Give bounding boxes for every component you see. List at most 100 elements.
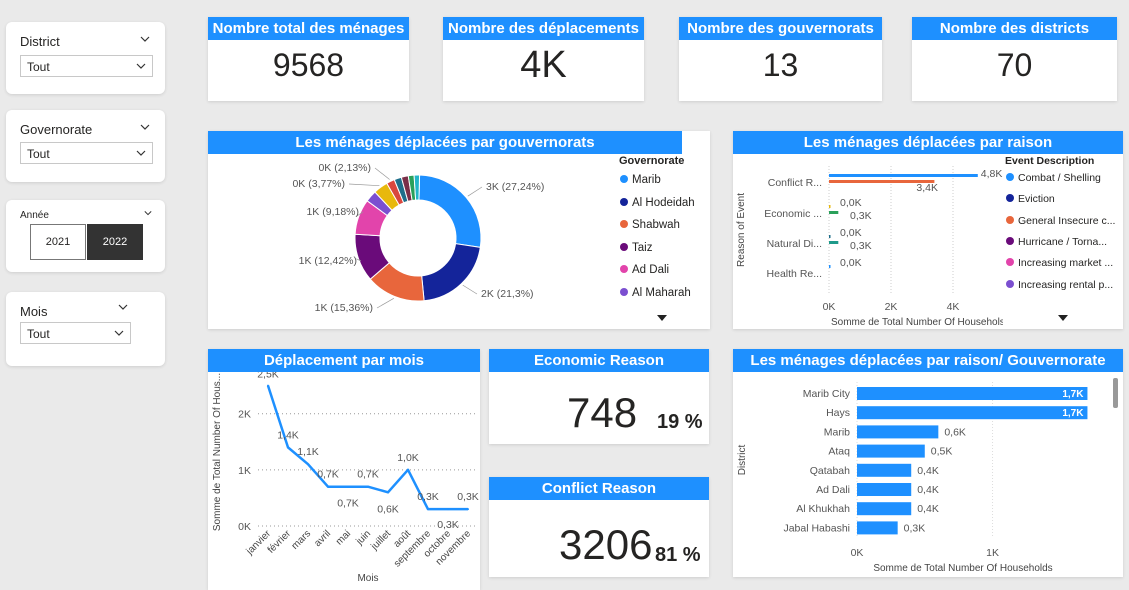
y-tick-label: 2K: [238, 409, 251, 421]
x-tick-label: avril: [312, 528, 333, 549]
data-point: [467, 508, 469, 511]
donut-slice: [413, 174, 421, 201]
economic-reason-percent: 19 %: [657, 411, 703, 433]
bar-data-label: 0,0K: [840, 257, 862, 269]
category-label: Ad Dali: [816, 484, 850, 496]
conflict-reason-card: Conflict Reason 3206 81 %: [489, 477, 709, 577]
district-dropdown[interactable]: Tout: [20, 55, 153, 77]
mois-dropdown[interactable]: Tout: [20, 322, 131, 344]
category-label: Economic ...: [764, 208, 822, 220]
data-point: [367, 485, 369, 488]
bar: [829, 235, 831, 238]
legend-label: Combat / Shelling: [1018, 172, 1101, 184]
kpi-value: 70: [996, 47, 1033, 83]
point-data-label: 2,5K: [257, 372, 279, 381]
slice-leader-line: [374, 167, 390, 180]
legend-dot-icon: [1006, 173, 1014, 181]
data-point: [427, 508, 429, 511]
bar-data-label: 3,4K: [916, 182, 938, 194]
category-label: Hays: [826, 407, 850, 419]
legend-item[interactable]: Increasing rental p...: [1006, 279, 1113, 291]
slice-leader-line: [376, 298, 395, 309]
kpi-card-districts: Nombre des districts 70: [912, 17, 1117, 101]
data-point: [327, 485, 329, 488]
bar-data-label: 1,7K: [1062, 389, 1084, 400]
data-point: [387, 491, 389, 494]
y-axis-title: Reason of Event: [736, 193, 747, 267]
monthly-line-chart[interactable]: 0K 1K 2K Somme de Total Number Of Hous... Mo…: [208, 372, 480, 590]
bar-data-label: 0,3K: [850, 210, 872, 222]
legend-item[interactable]: Ad Dali: [620, 264, 669, 276]
legend-item[interactable]: Taiz: [620, 242, 652, 254]
legend-item[interactable]: Hurricane / Torna...: [1006, 236, 1107, 248]
year-button-2021[interactable]: 2021: [30, 224, 86, 260]
x-tick-label: 0K: [851, 547, 864, 559]
legend-item[interactable]: Combat / Shelling: [1006, 172, 1101, 184]
district-slicer-title: District: [20, 34, 60, 49]
data-point: [307, 463, 309, 466]
legend-item[interactable]: Eviction: [1006, 193, 1055, 205]
legend-dot-icon: [620, 175, 628, 183]
chevron-down-icon[interactable]: [140, 34, 150, 44]
bar: [829, 241, 839, 244]
slice-label: 1K (15,36%): [315, 302, 373, 314]
legend-item[interactable]: Al Maharah: [620, 287, 691, 299]
point-data-label: 1,0K: [397, 452, 419, 464]
legend-item[interactable]: Marib: [620, 174, 661, 186]
governorate-slicer-title: Governorate: [20, 122, 93, 137]
category-label: Jabal Habashi: [783, 522, 850, 534]
x-tick-label: 4K: [947, 301, 960, 313]
chart-title: Les ménages déplacées par raison/ Gouver…: [733, 349, 1123, 372]
bar: [857, 425, 939, 439]
chevron-down-icon: [136, 63, 146, 69]
x-tick-label: 0K: [823, 301, 836, 313]
legend-dot-icon: [620, 197, 628, 206]
category-label: Natural Di...: [767, 238, 822, 250]
district-bar-chart[interactable]: 0K 1K Somme de Total Number Of Households D…: [733, 372, 1123, 577]
chevron-down-icon[interactable]: [144, 209, 152, 217]
bar-data-label: 1,7K: [1062, 408, 1084, 419]
legend-dot-icon: [620, 242, 628, 251]
point-data-label: 0,3K: [437, 519, 459, 531]
bar: [857, 463, 912, 477]
scrollbar[interactable]: [1113, 378, 1118, 408]
donut-chart[interactable]: 3K (27,24%) 2K (21,3%) 1K (15,36%) 1K (12,4…: [208, 154, 608, 329]
chart-title: Les ménages déplacées par gouvernorats: [208, 131, 682, 154]
legend-item[interactable]: Increasing market ...: [1006, 257, 1113, 269]
reason-bar-chart[interactable]: 0K 2K 4K Somme de Total Number Of Househols…: [733, 154, 1003, 329]
legend-scroll-down-icon[interactable]: [1058, 315, 1068, 321]
economic-reason-value: 748: [567, 389, 638, 436]
legend-dot-icon: [620, 220, 628, 228]
governorate-dropdown[interactable]: Tout: [20, 142, 153, 164]
kpi-card-gouvernorats: Nombre des gouvernorats 13: [679, 17, 882, 101]
legend-dot-icon: [620, 265, 628, 273]
point-data-label: 1,1K: [297, 446, 319, 458]
point-data-label: 0,7K: [357, 469, 379, 481]
legend-label: Al Hodeidah: [632, 196, 695, 209]
conflict-reason-percent: 81 %: [655, 544, 701, 566]
chevron-down-icon[interactable]: [118, 302, 128, 312]
y-tick-label: 0K: [238, 521, 251, 533]
point-data-label: 0,6K: [377, 503, 399, 515]
data-point: [447, 508, 449, 511]
slice-label: 1K (9,18%): [306, 206, 359, 218]
chevron-down-icon: [114, 330, 124, 336]
bar-data-label: 0,6K: [944, 426, 966, 438]
bar: [829, 174, 978, 177]
annee-slicer-title: Année: [20, 210, 49, 221]
legend-dot-icon: [1006, 236, 1014, 245]
legend-item[interactable]: General Insecure c...: [1006, 215, 1115, 227]
district-dropdown-value: Tout: [27, 60, 50, 74]
card-title: Economic Reason: [489, 349, 709, 372]
legend-scroll-down-icon[interactable]: [657, 315, 667, 321]
legend-item[interactable]: Al Hodeidah: [620, 197, 695, 209]
chevron-down-icon[interactable]: [140, 122, 150, 132]
slice-label: 0K (3,77%): [292, 178, 345, 190]
economic-reason-card: Economic Reason 748 19 %: [489, 349, 709, 444]
year-button-2022[interactable]: 2022: [87, 224, 143, 260]
category-label: Ataq: [828, 446, 850, 458]
conflict-reason-value: 3206: [559, 521, 653, 568]
legend-item[interactable]: Shabwah: [620, 219, 680, 231]
kpi-title: Nombre des déplacements: [443, 17, 644, 40]
bar-data-label: 4,8K: [981, 168, 1003, 180]
